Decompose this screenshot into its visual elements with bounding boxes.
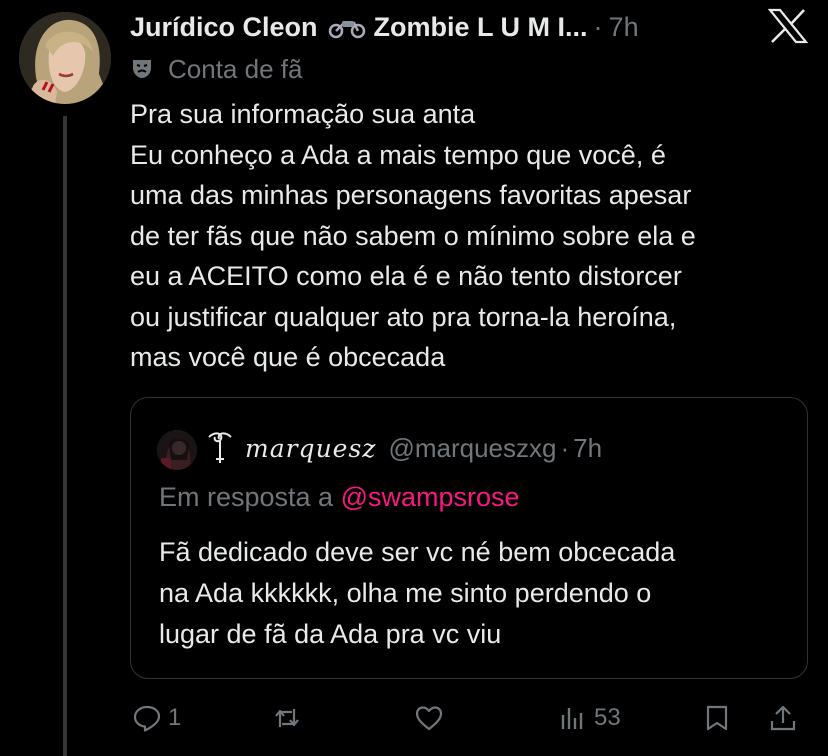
- post-text-line: uma das minhas personagens favoritas ape…: [130, 180, 692, 210]
- share-icon: [770, 705, 796, 731]
- post-text-line: de ter fãs que não sabem o mínimo sobre …: [130, 220, 696, 251]
- theater-mask-icon: [133, 60, 151, 78]
- retweet-icon: [275, 709, 299, 727]
- share-button[interactable]: [768, 698, 798, 738]
- thread-line: [63, 116, 67, 756]
- fan-account-label: Conta de fã: [168, 53, 303, 84]
- reply-mention-link[interactable]: @swampsrose: [341, 482, 520, 512]
- quoted-author-handle[interactable]: @marqueszxg: [388, 433, 556, 464]
- reply-prefix: Em resposta a: [159, 482, 334, 512]
- author-name-suffix[interactable]: Zombie L U M I...: [374, 12, 588, 43]
- motorcycle-icon: [328, 21, 365, 39]
- post-text-line: Pra sua informação sua anta: [130, 99, 476, 129]
- views-count: 53: [594, 704, 621, 731]
- fan-account-badge: Conta de fã: [130, 52, 302, 86]
- quoted-post-text: Fã dedicado deve ser vc né bem obcecada …: [159, 532, 789, 655]
- views-button[interactable]: 53: [558, 698, 621, 738]
- reply-icon: [133, 705, 161, 732]
- quoted-author-avatar[interactable]: [157, 430, 197, 470]
- quoted-text-line: lugar de fã da Ada pra vc viu: [159, 619, 502, 649]
- quoted-separator: ·: [560, 432, 570, 463]
- ornament-icon: [208, 432, 232, 463]
- quoted-post[interactable]: marquesz @marqueszxg · 7h Em resposta a …: [130, 397, 808, 679]
- quoted-post-time[interactable]: 7h: [573, 433, 602, 464]
- post-text: Pra sua informação sua anta Eu conheço a…: [130, 94, 810, 378]
- action-bar: 1 53: [130, 698, 810, 738]
- quoted-text-line: Fã dedicado deve ser vc né bem obcecada: [159, 537, 676, 567]
- author-avatar[interactable]: [19, 12, 111, 104]
- reply-count: 1: [168, 704, 182, 731]
- retweet-button[interactable]: [272, 698, 308, 738]
- bookmark-button[interactable]: [702, 698, 732, 738]
- quoted-text-line: na Ada kkkkkk, olha me sinto perdendo o: [159, 578, 652, 608]
- reply-button[interactable]: 1: [132, 698, 181, 738]
- post-text-line: eu a ACEITO como ela é e não tento disto…: [130, 261, 682, 291]
- post-text-line: ou justificar qualquer ato pra torna-la …: [130, 301, 677, 332]
- header-separator: ·: [593, 11, 603, 42]
- like-button[interactable]: [414, 698, 450, 738]
- author-name[interactable]: Jurídico Cleon: [130, 12, 318, 43]
- x-logo-icon[interactable]: [768, 8, 808, 44]
- views-icon: [561, 708, 583, 729]
- quoted-post-header: marquesz @marqueszxg · 7h: [205, 426, 602, 470]
- like-icon: [415, 706, 443, 731]
- post-header: Jurídico Cleon Zombie L U M I... · 7h: [130, 6, 639, 48]
- post-text-line: Eu conheço a Ada a mais tempo que você, …: [130, 139, 666, 170]
- quoted-author-name[interactable]: marquesz: [245, 434, 376, 463]
- post-text-line: mas você que é obcecada: [130, 342, 446, 372]
- post-time[interactable]: 7h: [609, 12, 639, 43]
- reply-context: Em resposta a @swampsrose: [159, 482, 520, 513]
- bookmark-icon: [706, 705, 728, 731]
